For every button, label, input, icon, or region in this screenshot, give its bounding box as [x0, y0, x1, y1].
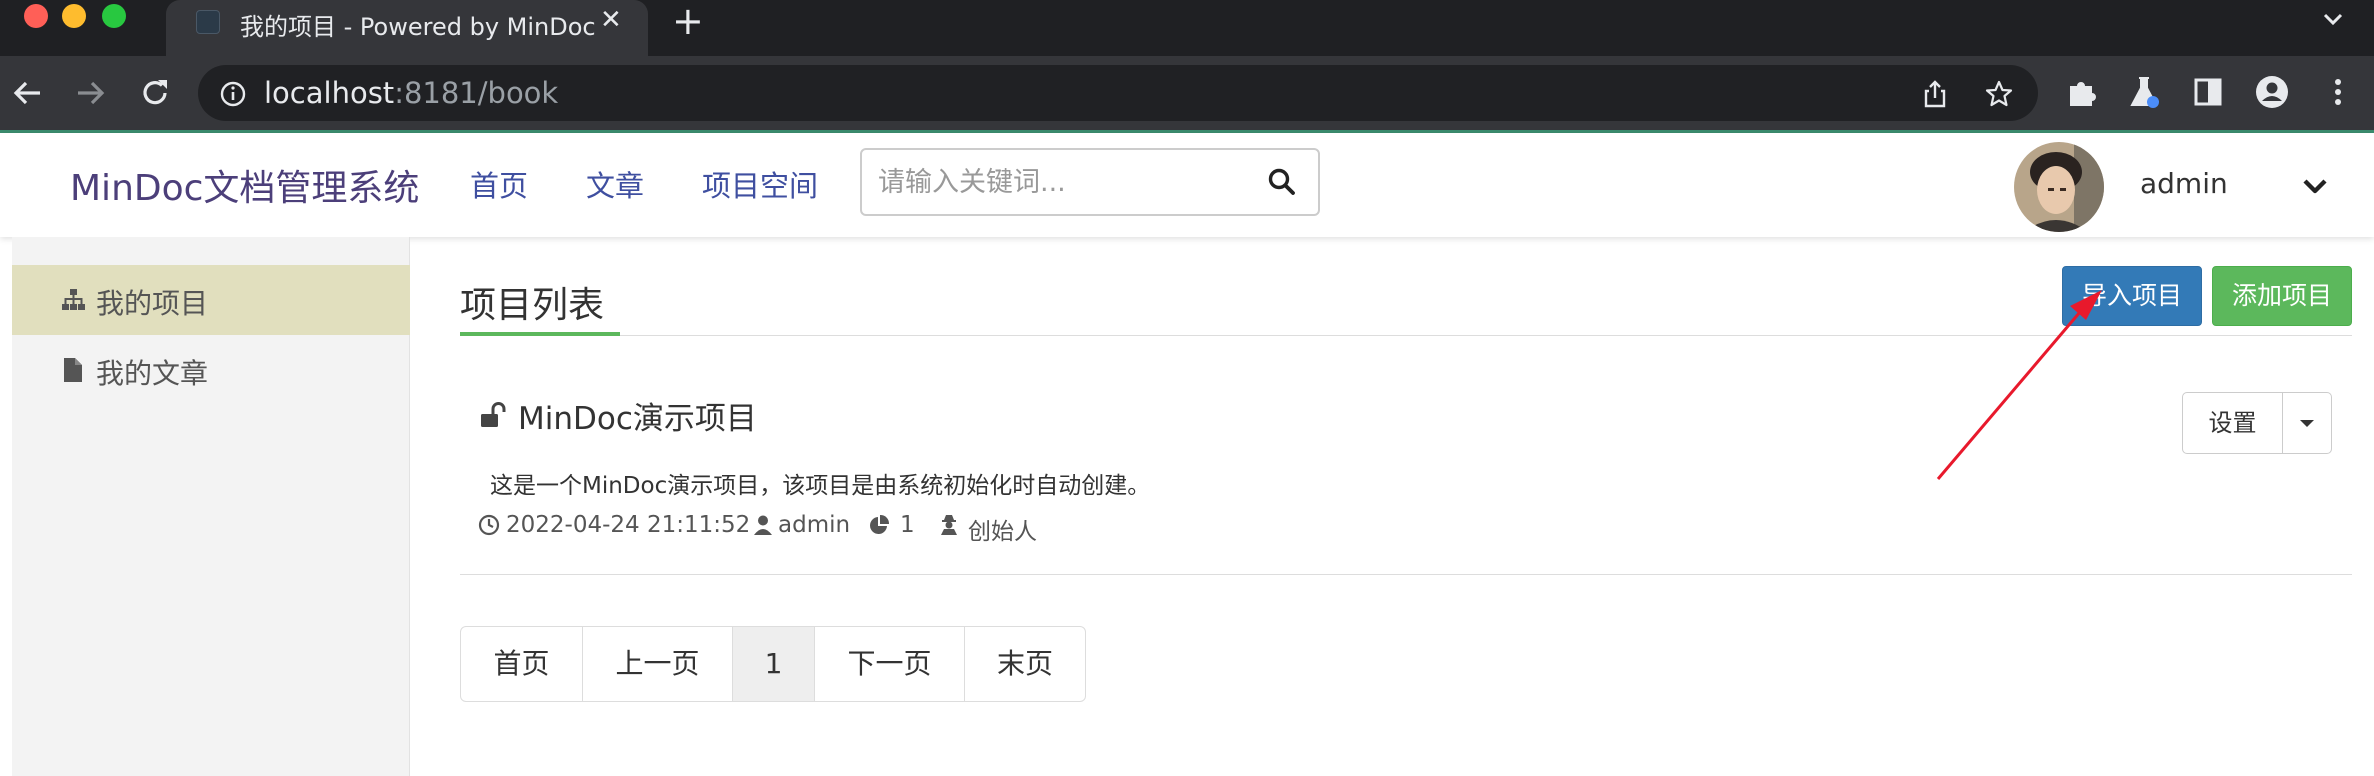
- pagination: 首页 上一页 1 下一页 末页: [460, 626, 1086, 702]
- sidebar: 我的项目 我的文章: [12, 237, 410, 776]
- add-project-button[interactable]: 添加项目: [2212, 266, 2352, 326]
- settings-button-group: 设置: [2182, 392, 2332, 454]
- file-icon: [64, 358, 82, 382]
- username-label[interactable]: admin: [2140, 167, 2228, 200]
- chevron-down-icon[interactable]: [2300, 171, 2330, 201]
- unlock-icon: [481, 402, 506, 427]
- bookmark-star-icon[interactable]: [1984, 79, 2014, 109]
- site-info-icon[interactable]: [218, 79, 248, 109]
- address-bar[interactable]: localhost:8181/book: [198, 65, 2038, 121]
- title-divider: [460, 335, 2352, 336]
- import-project-button[interactable]: 导入项目: [2062, 266, 2202, 326]
- url-text: localhost:8181/book: [264, 76, 559, 110]
- extensions-puzzle-icon[interactable]: [2064, 74, 2100, 110]
- tab-title: 我的项目 - Powered by MinDoc: [240, 13, 596, 41]
- page-title: 项目列表: [460, 285, 605, 326]
- project-description: 这是一个MinDoc演示项目，该项目是由系统初始化时自动创建。: [490, 473, 1151, 499]
- more-menu-icon[interactable]: [2320, 74, 2356, 110]
- browser-tab[interactable]: 我的项目 - Powered by MinDoc ✕: [166, 0, 648, 56]
- title-accent-underline: [460, 332, 620, 336]
- page-prev-button[interactable]: 上一页: [583, 627, 733, 701]
- page-number-button[interactable]: 1: [733, 627, 815, 701]
- search-icon[interactable]: [1266, 166, 1298, 198]
- sidebar-item-my-projects[interactable]: 我的项目: [12, 265, 410, 335]
- user-secret-icon: [941, 515, 957, 535]
- avatar[interactable]: [2014, 142, 2104, 232]
- browser-toolbar: localhost:8181/book: [0, 56, 2374, 130]
- profile-icon[interactable]: [2254, 74, 2290, 110]
- project-author: admin: [778, 512, 851, 538]
- close-window-button[interactable]: [24, 4, 48, 28]
- brand-logo-link[interactable]: MinDoc文档管理系统: [70, 159, 419, 211]
- side-panel-icon[interactable]: [2190, 74, 2226, 110]
- browser-tab-bar: 我的项目 - Powered by MinDoc ✕ +: [0, 0, 2374, 56]
- clock-icon: [478, 514, 500, 536]
- reload-icon[interactable]: [136, 74, 174, 112]
- project-doc-count: 1: [900, 512, 915, 538]
- user-icon: [754, 515, 772, 535]
- search-input[interactable]: [876, 162, 1256, 202]
- sitemap-icon: [62, 289, 85, 310]
- search-box: [860, 148, 1320, 216]
- project-created-time: 2022-04-24 21:11:52: [506, 512, 751, 538]
- annotation-arrow-line: [1936, 311, 2082, 480]
- user-avatar-image: [2014, 142, 2104, 232]
- minimize-window-button[interactable]: [62, 4, 86, 28]
- nav-home-link[interactable]: 首页: [470, 163, 528, 205]
- tab-search-chevron-icon[interactable]: [2320, 6, 2346, 32]
- project-role: 创始人: [968, 519, 1037, 545]
- nav-articles-link[interactable]: 文章: [586, 163, 644, 205]
- close-tab-icon[interactable]: ✕: [600, 5, 622, 35]
- new-tab-icon[interactable]: +: [672, 2, 704, 40]
- back-arrow-icon[interactable]: [8, 74, 46, 112]
- project-title-link[interactable]: MinDoc演示项目: [518, 393, 757, 438]
- forward-arrow-icon[interactable]: [72, 74, 110, 112]
- page-last-button[interactable]: 末页: [965, 627, 1085, 701]
- pie-chart-icon: [870, 514, 890, 534]
- page-first-button[interactable]: 首页: [461, 627, 583, 701]
- caret-down-icon[interactable]: [2283, 393, 2331, 453]
- project-divider: [460, 574, 2352, 575]
- sidebar-item-label: 我的项目: [96, 287, 209, 320]
- nav-project-space-link[interactable]: 项目空间: [702, 163, 818, 205]
- page-next-button[interactable]: 下一页: [815, 627, 965, 701]
- settings-button[interactable]: 设置: [2183, 393, 2283, 453]
- sidebar-item-my-articles[interactable]: 我的文章: [12, 335, 410, 405]
- favicon-icon: [196, 10, 220, 34]
- share-icon[interactable]: [1920, 79, 1950, 109]
- app-header: MinDoc文档管理系统 首页 文章 项目空间 admin: [0, 133, 2374, 237]
- sidebar-item-label: 我的文章: [96, 357, 209, 390]
- maximize-window-button[interactable]: [102, 4, 126, 28]
- labs-flask-icon[interactable]: [2126, 74, 2162, 110]
